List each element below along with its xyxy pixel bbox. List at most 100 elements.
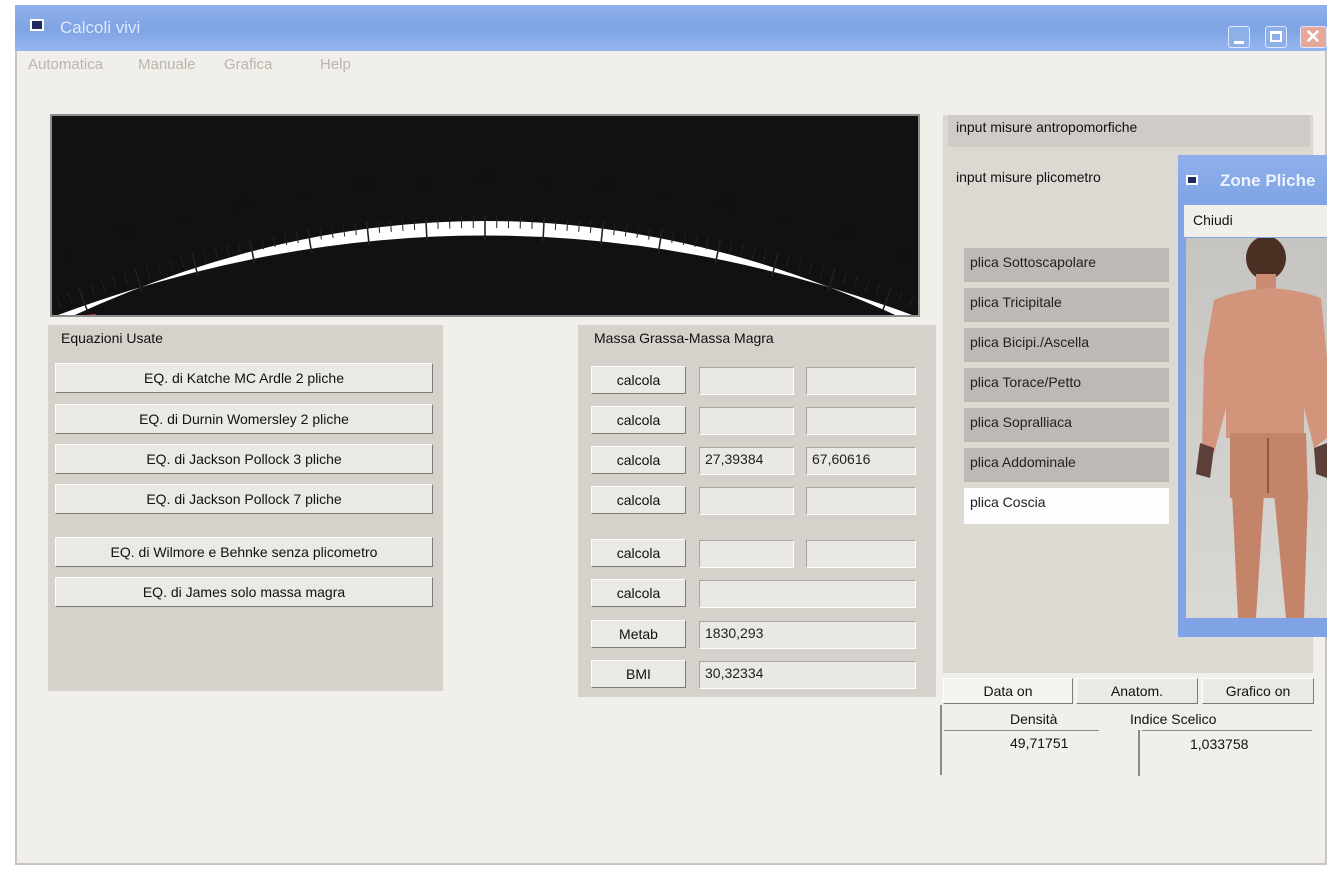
dial-label: 60: [714, 190, 741, 217]
calcola-button-5[interactable]: calcola: [591, 539, 686, 567]
plica-sopralliaca[interactable]: plica Sopralliaca: [964, 408, 1169, 442]
dial-tick: [797, 258, 802, 271]
tab-data-on[interactable]: Data on: [943, 678, 1073, 704]
dial-tick: [908, 296, 914, 308]
plica-tricipitale[interactable]: plica Tricipitale: [964, 288, 1169, 322]
table-left-border: [940, 705, 942, 775]
eq-james-button[interactable]: EQ. di James solo massa magra: [55, 577, 433, 607]
dial-label: 70: [831, 220, 860, 249]
dial-tick: [413, 218, 416, 231]
indice-scelico-header: Indice Scelico: [1130, 711, 1217, 727]
densita-header: Densità: [1010, 711, 1058, 727]
calcola-button-2[interactable]: calcola: [591, 406, 686, 434]
dial-tick: [425, 217, 428, 242]
dial-label: 55: [659, 187, 676, 204]
menu-grafica[interactable]: Grafica: [224, 56, 272, 73]
tab-anatom[interactable]: Anatom.: [1076, 678, 1198, 704]
body-back-icon: [1196, 238, 1327, 618]
massa-grassa-field-2[interactable]: [699, 407, 794, 435]
dial-label: 25: [295, 187, 312, 204]
eq-katch-mcardle-button[interactable]: EQ. di Katche MC Ardle 2 pliche: [55, 363, 433, 393]
dial-label: 30: [350, 173, 376, 198]
dial-tick: [705, 237, 710, 250]
calcola-button-4[interactable]: calcola: [591, 486, 686, 514]
bmi-button[interactable]: BMI: [591, 660, 686, 688]
indice-scelico-value: 1,033758: [1190, 736, 1249, 752]
dial-tick: [437, 216, 439, 229]
dial-label: 65: [778, 210, 796, 228]
table-header-divider: [944, 730, 1099, 731]
eq-durnin-womersley-button[interactable]: EQ. di Durnin Womersley 2 pliche: [55, 404, 433, 434]
massa-grassa-field-1[interactable]: [699, 367, 794, 395]
metab-field[interactable]: 1830,293: [699, 621, 916, 649]
massa-grassa-field-5[interactable]: [699, 540, 794, 568]
dial-tick: [763, 249, 767, 262]
dial-tick: [531, 216, 533, 229]
plica-sottoscapolare[interactable]: plica Sottoscapolare: [964, 248, 1169, 282]
window-title: Calcoli vivi: [60, 18, 141, 37]
minimize-icon[interactable]: [1228, 26, 1250, 48]
input-plicometro-button[interactable]: input misure plicometro: [948, 163, 1178, 195]
dial-tick: [694, 235, 698, 248]
table-header-divider-2: [1142, 730, 1312, 731]
table-col-border: [1138, 730, 1140, 776]
dial-tick: [875, 283, 881, 296]
dial-tick: [237, 241, 242, 254]
dial-tick: [123, 272, 128, 285]
massa-grassa-field-3[interactable]: 27,39384: [699, 447, 794, 475]
close-icon[interactable]: ✕: [1300, 26, 1327, 48]
metab-button[interactable]: Metab: [591, 620, 686, 648]
dial-tick: [100, 279, 106, 292]
massa-magra-field-2[interactable]: [806, 407, 916, 435]
chiudi-menu[interactable]: Chiudi: [1193, 212, 1233, 228]
equazioni-title: Equazioni Usate: [61, 330, 163, 346]
massa-grassa-field-4[interactable]: [699, 487, 794, 515]
maximize-icon[interactable]: [1265, 26, 1287, 48]
anatomy-image: [1186, 238, 1327, 618]
bmi-field[interactable]: 30,32334: [699, 661, 916, 689]
dial-label: 10: [110, 220, 139, 249]
massa-title: Massa Grassa-Massa Magra: [594, 330, 774, 346]
dial-label: 5: [61, 247, 73, 264]
dial-tick: [226, 244, 230, 257]
eq-jackson-pollock-3-button[interactable]: EQ. di Jackson Pollock 3 pliche: [55, 444, 433, 474]
calcola-button-1[interactable]: calcola: [591, 366, 686, 394]
dial-tick: [145, 265, 151, 278]
eq-jackson-pollock-7-button[interactable]: EQ. di Jackson Pollock 7 pliche: [55, 484, 433, 514]
dial-label: 75: [893, 246, 912, 265]
plica-torace-petto[interactable]: plica Torace/Petto: [964, 368, 1169, 402]
app-icon: [30, 19, 44, 31]
eq-wilmore-behnke-button[interactable]: EQ. di Wilmore e Behnke senza plicometro: [55, 537, 433, 567]
massa-magra-field-5[interactable]: [806, 540, 916, 568]
massa-magra-james-field[interactable]: [699, 580, 916, 608]
zone-pliche-title: Zone Pliche: [1220, 171, 1316, 190]
massa-magra-field-1[interactable]: [806, 367, 916, 395]
massa-magra-field-4[interactable]: [806, 487, 916, 515]
dial-tick: [112, 276, 117, 288]
dial-tick: [808, 262, 813, 274]
title-bar[interactable]: [15, 5, 1327, 51]
menu-automatica[interactable]: Automatica: [28, 56, 103, 73]
calcola-button-3[interactable]: calcola: [591, 446, 686, 474]
gauge-dial: 05101520253035404550556065707580: [52, 168, 918, 315]
menu-manuale[interactable]: Manuale: [138, 56, 196, 73]
dial-tick: [554, 218, 557, 231]
input-antropomorfiche-button[interactable]: input misure antropomorfiche: [948, 115, 1310, 147]
plica-coscia[interactable]: plica Coscia: [964, 488, 1169, 524]
calcola-button-6[interactable]: calcola: [591, 579, 686, 607]
massa-magra-field-3[interactable]: 67,60616: [806, 447, 916, 475]
plica-bicipi-ascella[interactable]: plica Bicipi./Ascella: [964, 328, 1169, 362]
dial-tick: [56, 296, 62, 308]
dial-tick: [819, 265, 825, 278]
dial-tick: [853, 276, 858, 288]
dial-tick: [728, 241, 733, 254]
dial-label: 35: [416, 175, 431, 191]
menu-help[interactable]: Help: [320, 56, 351, 73]
tab-grafico-on[interactable]: Grafico on: [1202, 678, 1314, 704]
dial-label: 50: [594, 173, 620, 198]
dial-label: 45: [538, 175, 553, 191]
densita-value: 49,71751: [1010, 735, 1069, 751]
plica-addominale[interactable]: plica Addominale: [964, 448, 1169, 482]
dial-tick: [191, 252, 199, 277]
dial-tick: [89, 283, 95, 296]
